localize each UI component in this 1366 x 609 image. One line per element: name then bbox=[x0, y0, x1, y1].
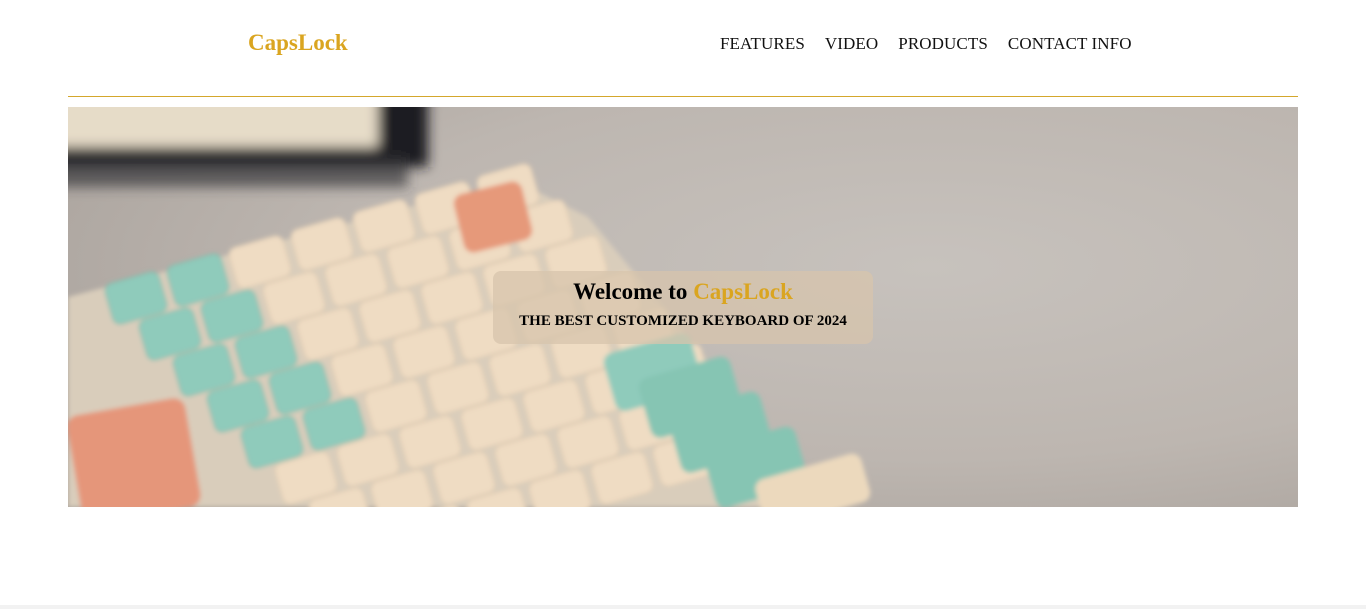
hero-title-prefix: Welcome to bbox=[573, 279, 688, 304]
hero-title: Welcome to CapsLock bbox=[493, 279, 873, 305]
hero-title-brand: CapsLock bbox=[693, 279, 793, 304]
hero-subtitle: THE BEST CUSTOMIZED KEYBOARD OF 2024 bbox=[519, 313, 847, 329]
nav-link-products[interactable]: PRODUCTS bbox=[898, 34, 988, 54]
logo-link[interactable]: CapsLock bbox=[248, 30, 348, 56]
hero-caption: Welcome to CapsLock THE BEST CUSTOMIZED … bbox=[493, 271, 873, 344]
nav-link-video[interactable]: VIDEO bbox=[825, 34, 878, 54]
main-nav: FEATURES VIDEO PRODUCTS CONTACT INFO bbox=[720, 34, 1132, 54]
hero-banner: Welcome to CapsLock THE BEST CUSTOMIZED … bbox=[68, 107, 1298, 507]
nav-link-features[interactable]: FEATURES bbox=[720, 34, 805, 54]
site-header: CapsLock FEATURES VIDEO PRODUCTS CONTACT… bbox=[68, 0, 1298, 97]
nav-link-contact-info[interactable]: CONTACT INFO bbox=[1008, 34, 1132, 54]
page-bottom-edge bbox=[0, 605, 1366, 609]
